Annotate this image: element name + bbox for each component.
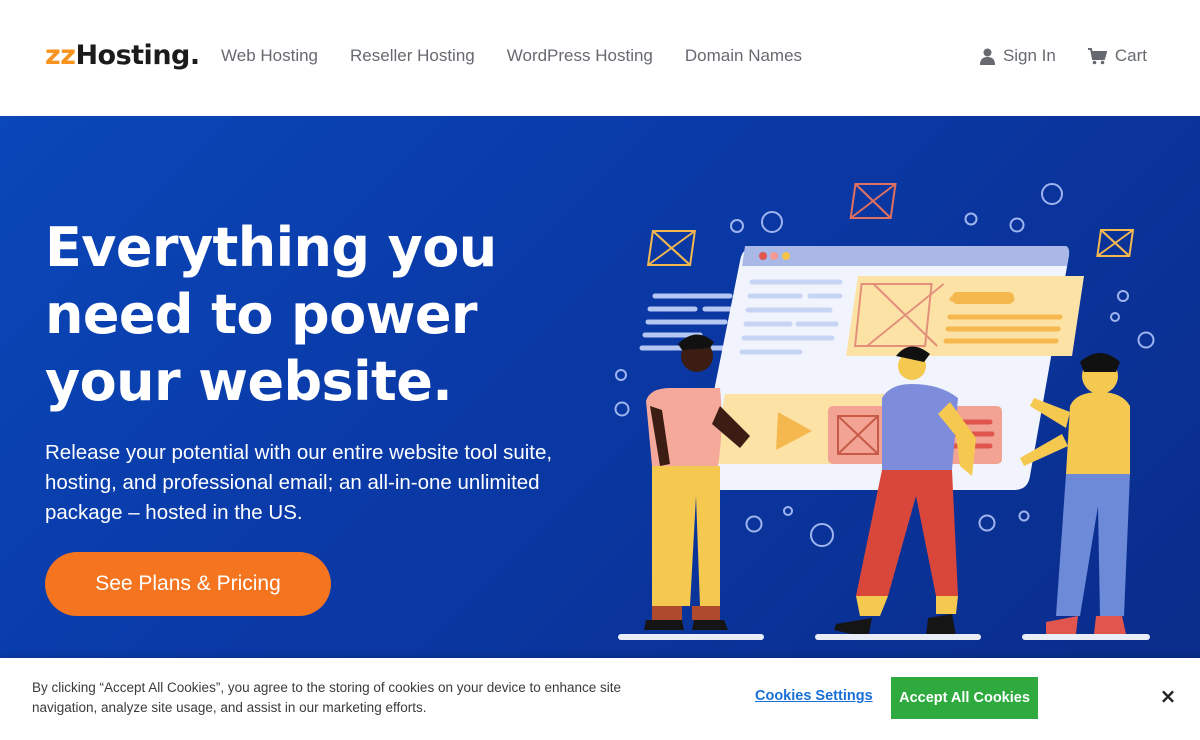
nav-reseller-hosting[interactable]: Reseller Hosting bbox=[350, 46, 475, 66]
main-nav: Web Hosting Reseller Hosting WordPress H… bbox=[221, 46, 834, 66]
nav-wordpress-hosting[interactable]: WordPress Hosting bbox=[507, 46, 653, 66]
close-icon[interactable]: × bbox=[1156, 684, 1180, 708]
nav-domain-names[interactable]: Domain Names bbox=[685, 46, 802, 66]
account-nav: Sign In Cart bbox=[979, 46, 1147, 66]
cookie-message: By clicking “Accept All Cookies”, you ag… bbox=[32, 680, 622, 715]
logo[interactable]: zzHosting. bbox=[45, 40, 200, 71]
sign-in-link[interactable]: Sign In bbox=[979, 46, 1056, 66]
cookies-settings-link[interactable]: Cookies Settings bbox=[755, 688, 873, 704]
sign-in-label: Sign In bbox=[1002, 46, 1056, 65]
cart-icon bbox=[1087, 47, 1107, 64]
nav-web-hosting[interactable]: Web Hosting bbox=[221, 46, 318, 66]
hero-subtitle: Release your potential with our entire w… bbox=[45, 441, 553, 524]
accept-all-cookies-button[interactable]: Accept All Cookies bbox=[891, 677, 1038, 719]
hero-illustration bbox=[614, 183, 1155, 640]
cookie-banner: By clicking “Accept All Cookies”, you ag… bbox=[0, 658, 1200, 740]
logo-prefix: zz bbox=[45, 40, 76, 71]
site-header: zzHosting. Web Hosting Reseller Hosting … bbox=[0, 0, 1200, 116]
see-plans-button[interactable]: See Plans & Pricing bbox=[45, 552, 331, 616]
hero-section: Everything you need to power your websit… bbox=[0, 116, 1200, 676]
cart-link[interactable]: Cart bbox=[1087, 46, 1147, 66]
user-icon bbox=[979, 48, 995, 65]
logo-main: Hosting. bbox=[75, 40, 200, 71]
hero-title: Everything you need to power your websit… bbox=[45, 216, 497, 413]
cart-label: Cart bbox=[1114, 46, 1147, 65]
